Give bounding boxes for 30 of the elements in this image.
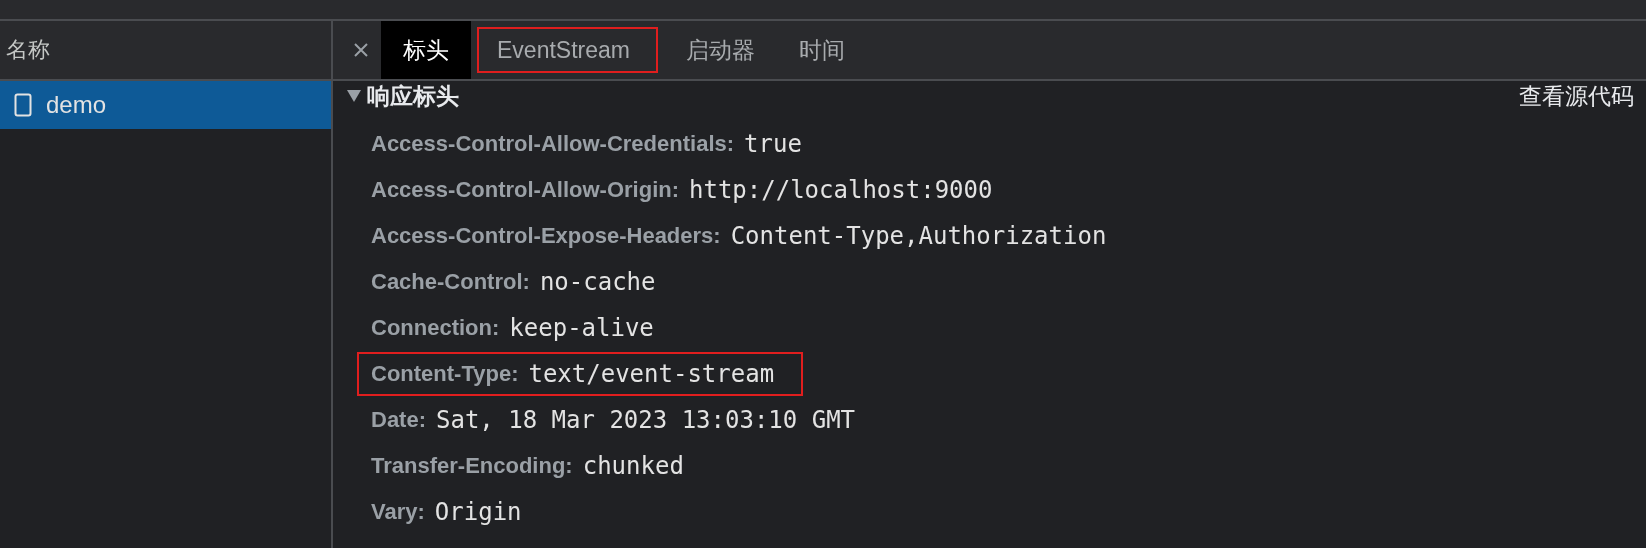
- close-icon[interactable]: [353, 42, 369, 58]
- header-value: http://localhost:9000: [689, 176, 993, 204]
- header-value: text/event-stream: [528, 360, 775, 388]
- header-name: Cache-Control:: [371, 269, 530, 295]
- header-name: Connection:: [371, 315, 500, 341]
- section-title: 响应标头: [367, 81, 459, 111]
- header-name: Access-Control-Allow-Origin:: [371, 177, 679, 203]
- column-header: 名称: [0, 21, 331, 81]
- header-value: Sat, 18 Mar 2023 13:03:10 GMT: [436, 406, 856, 434]
- header-value: true: [744, 130, 802, 158]
- tab[interactable]: 标头: [381, 21, 471, 79]
- header-name: Transfer-Encoding:: [371, 453, 573, 479]
- tab[interactable]: EventStream: [471, 21, 664, 79]
- header-value: no-cache: [539, 268, 656, 296]
- tab[interactable]: 启动器: [663, 21, 777, 79]
- header-value: Origin: [434, 498, 522, 526]
- view-source-link[interactable]: 查看源代码: [1519, 80, 1634, 112]
- header-name: Vary:: [371, 499, 425, 525]
- request-row[interactable]: demo: [0, 81, 331, 129]
- request-name: demo: [46, 91, 107, 119]
- header-name: Access-Control-Allow-Credentials:: [371, 131, 735, 157]
- document-icon: [14, 93, 32, 117]
- header-value: keep-alive: [509, 314, 654, 342]
- header-value: chunked: [582, 452, 684, 480]
- tab[interactable]: 时间: [776, 21, 867, 79]
- triangle-down-icon[interactable]: [347, 90, 361, 102]
- header-name: Content-Type:: [371, 361, 519, 387]
- header-name: Date:: [371, 407, 426, 433]
- header-name: Access-Control-Expose-Headers:: [371, 223, 721, 249]
- header-value: Content-Type,Authorization: [730, 222, 1107, 250]
